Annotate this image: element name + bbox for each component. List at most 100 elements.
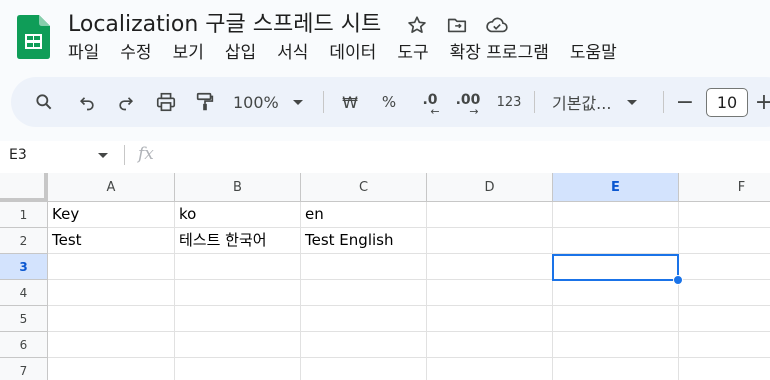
menu-view[interactable]: 보기 — [173, 40, 204, 66]
font-size-input[interactable]: 10 — [706, 88, 748, 117]
cell-c6[interactable] — [301, 332, 427, 358]
row-header-1[interactable]: 1 — [0, 202, 48, 228]
zoom-value: 100% — [233, 92, 279, 112]
redo-icon[interactable] — [113, 77, 139, 127]
cell-c5[interactable] — [301, 306, 427, 332]
zoom-select[interactable]: 100% — [233, 77, 313, 127]
document-title[interactable]: Localization 구글 스프레드 시트 — [68, 10, 381, 40]
cell-a1[interactable]: Key — [48, 202, 175, 228]
toolbar-divider — [534, 91, 535, 113]
chevron-down-icon — [292, 99, 303, 105]
increase-font-size-button[interactable]: + — [755, 77, 770, 127]
sheets-logo-icon[interactable] — [17, 15, 50, 59]
cell-b1[interactable]: ko — [175, 202, 301, 228]
cell-b5[interactable] — [175, 306, 301, 332]
menu-extensions[interactable]: 확장 프로그램 — [450, 40, 549, 66]
cell-a4[interactable] — [48, 280, 175, 306]
cell-b2[interactable]: 테스트 한국어 — [175, 228, 301, 254]
cell-e4[interactable] — [553, 280, 679, 306]
number-format-button[interactable]: 123 — [495, 77, 523, 127]
cell-f3[interactable] — [679, 254, 770, 280]
cell-d7[interactable] — [427, 358, 553, 380]
cell-a3[interactable] — [48, 254, 175, 280]
cell-e5[interactable] — [553, 306, 679, 332]
cell-c1[interactable]: en — [301, 202, 427, 228]
cell-a7[interactable] — [48, 358, 175, 380]
cell-e7[interactable] — [553, 358, 679, 380]
cell-d4[interactable] — [427, 280, 553, 306]
menu-insert[interactable]: 삽입 — [225, 40, 256, 66]
chevron-down-icon[interactable] — [98, 153, 108, 158]
row-header-3[interactable]: 3 — [0, 254, 48, 280]
menu-data[interactable]: 데이터 — [329, 40, 376, 66]
cell-c2[interactable]: Test English — [301, 228, 427, 254]
menu-bar: 파일 수정 보기 삽입 서식 데이터 도구 확장 프로그램 도움말 — [68, 40, 638, 66]
menu-help[interactable]: 도움말 — [570, 40, 617, 66]
cell-f7[interactable] — [679, 358, 770, 380]
cell-d3[interactable] — [427, 254, 553, 280]
cloud-saved-icon[interactable] — [484, 12, 510, 38]
column-header-a[interactable]: A — [48, 173, 175, 202]
title-actions — [404, 12, 510, 38]
fx-icon: fx — [138, 144, 154, 164]
menu-format[interactable]: 서식 — [277, 40, 308, 66]
font-family-select[interactable]: 기본값... — [552, 77, 652, 127]
select-all-corner[interactable] — [0, 173, 48, 202]
column-header-f[interactable]: F — [679, 173, 770, 202]
star-icon[interactable] — [404, 12, 430, 38]
cell-e2[interactable] — [553, 228, 679, 254]
cell-a5[interactable] — [48, 306, 175, 332]
print-icon[interactable] — [153, 77, 179, 127]
formula-bar: E3 fx — [0, 141, 770, 173]
move-to-folder-icon[interactable] — [444, 12, 470, 38]
menu-edit[interactable]: 수정 — [120, 40, 151, 66]
undo-icon[interactable] — [74, 77, 100, 127]
menu-tools[interactable]: 도구 — [397, 40, 428, 66]
cell-d6[interactable] — [427, 332, 553, 358]
search-menus-icon[interactable] — [31, 77, 57, 127]
toolbar: 100% ₩ % .0 ← .00 → 123 기본값... − 10 + — [11, 77, 770, 127]
cell-f6[interactable] — [679, 332, 770, 358]
cell-f5[interactable] — [679, 306, 770, 332]
chevron-down-icon — [627, 99, 638, 105]
cell-f4[interactable] — [679, 280, 770, 306]
row-header-4[interactable]: 4 — [0, 280, 48, 306]
currency-format-button[interactable]: ₩ — [339, 77, 361, 127]
name-box[interactable]: E3 — [9, 141, 109, 169]
cell-d1[interactable] — [427, 202, 553, 228]
decrease-font-size-button[interactable]: − — [675, 77, 695, 127]
cell-c3[interactable] — [301, 254, 427, 280]
cell-c7[interactable] — [301, 358, 427, 380]
row-header-5[interactable]: 5 — [0, 306, 48, 332]
row-header-6[interactable]: 6 — [0, 332, 48, 358]
cell-e1[interactable] — [553, 202, 679, 228]
column-header-e[interactable]: E — [553, 173, 679, 202]
column-header-b[interactable]: B — [175, 173, 301, 202]
cell-d5[interactable] — [427, 306, 553, 332]
cell-b4[interactable] — [175, 280, 301, 306]
fill-handle[interactable] — [673, 275, 683, 285]
menu-file[interactable]: 파일 — [68, 40, 99, 66]
column-header-c[interactable]: C — [301, 173, 427, 202]
cell-a6[interactable] — [48, 332, 175, 358]
increase-decimal-button[interactable]: .00 → — [452, 77, 484, 127]
cell-c4[interactable] — [301, 280, 427, 306]
decrease-decimal-button[interactable]: .0 ← — [415, 77, 445, 127]
cell-b7[interactable] — [175, 358, 301, 380]
cell-b3[interactable] — [175, 254, 301, 280]
cell-e6[interactable] — [553, 332, 679, 358]
percent-format-button[interactable]: % — [378, 77, 400, 127]
row-header-7[interactable]: 7 — [0, 358, 48, 380]
active-cell-outline[interactable] — [552, 254, 679, 281]
spreadsheet-app: Localization 구글 스프레드 시트 파일 수정 보기 삽입 서식 데… — [0, 0, 770, 380]
row-header-2[interactable]: 2 — [0, 228, 48, 254]
formula-input[interactable] — [170, 143, 760, 169]
column-header-d[interactable]: D — [427, 173, 553, 202]
cell-d2[interactable] — [427, 228, 553, 254]
cell-f1[interactable] — [679, 202, 770, 228]
cell-b6[interactable] — [175, 332, 301, 358]
cell-a2[interactable]: Test — [48, 228, 175, 254]
sheet-grid: A B C D E F 1 2 3 4 5 6 7 Key ko en Test 테스트… — [0, 173, 770, 380]
paint-format-icon[interactable] — [192, 77, 218, 127]
cell-f2[interactable] — [679, 228, 770, 254]
